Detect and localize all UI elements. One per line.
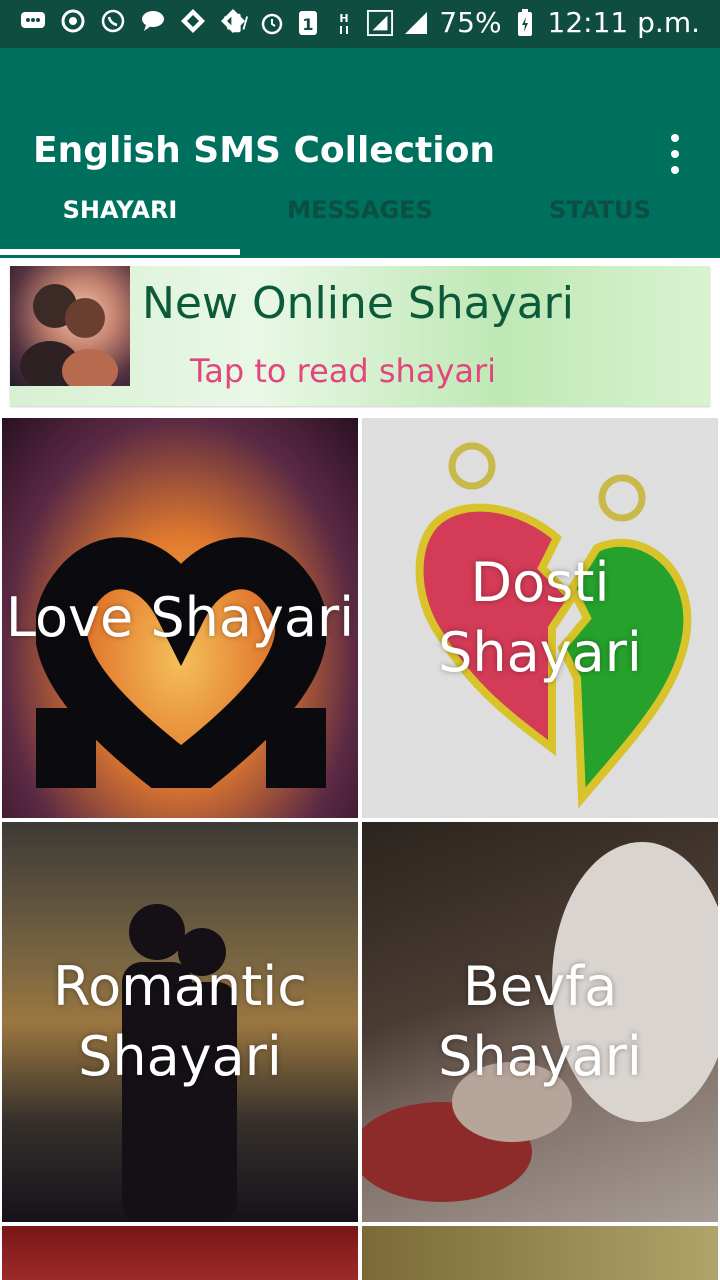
category-tile-partial[interactable]	[2, 1226, 358, 1280]
tab-messages[interactable]: MESSAGES	[240, 168, 480, 252]
tile-label-line: Romantic	[53, 955, 307, 1018]
tile-label: Bevfa Shayari	[438, 952, 642, 1092]
tile-label: Love Shayari	[5, 586, 355, 649]
svg-text:1: 1	[303, 15, 314, 34]
tile-label-line: Shayari	[78, 1025, 282, 1088]
category-tile-bevfa[interactable]: Bevfa Shayari	[362, 822, 718, 1222]
battery-icon	[512, 8, 538, 36]
banner-title: New Online Shayari	[142, 278, 574, 329]
tile-label-line: Bevfa	[462, 955, 618, 1018]
category-tile-dosti[interactable]: Dosti Shayari	[362, 418, 718, 818]
message-icon	[140, 8, 166, 34]
svg-text:H: H	[340, 12, 349, 25]
diamond-icon	[180, 8, 206, 34]
network-h-icon: H	[331, 10, 357, 36]
tile-label-line: Shayari	[438, 1025, 642, 1088]
app-title: English SMS Collection	[33, 130, 495, 171]
banner-subtitle: Tap to read shayari	[190, 352, 497, 390]
status-right-icons: 1 H 75% 12:11 p.m.	[223, 6, 700, 39]
category-tile-romantic[interactable]: Romantic Shayari	[2, 822, 358, 1222]
battery-percent: 75%	[439, 6, 502, 39]
status-bar: 1 H 75% 12:11 p.m.	[0, 0, 720, 48]
signal-icon	[367, 9, 394, 36]
tab-bar: SHAYARI MESSAGES STATUS	[0, 168, 720, 258]
tile-label: Romantic Shayari	[53, 952, 307, 1092]
sync-icon	[60, 8, 86, 34]
alarm-icon	[259, 10, 285, 36]
sim-icon: 1	[295, 10, 321, 36]
tab-indicator	[0, 249, 240, 255]
tab-shayari[interactable]: SHAYARI	[0, 168, 240, 252]
tab-status[interactable]: STATUS	[480, 168, 720, 252]
vibrate-icon	[223, 10, 249, 36]
chat-icon	[20, 8, 46, 34]
category-tile-love[interactable]: Love Shayari	[2, 418, 358, 818]
category-tile-partial[interactable]	[362, 1226, 718, 1280]
heart-hands-image	[36, 537, 326, 788]
signal-icon	[403, 10, 429, 36]
banner-thumbnail	[10, 266, 130, 393]
online-shayari-banner[interactable]: New Online Shayari Tap to read shayari	[10, 266, 710, 406]
status-time: 12:11 p.m.	[547, 6, 700, 39]
whatsapp-icon	[100, 8, 126, 34]
status-left-icons	[20, 8, 246, 34]
tile-label: Dosti Shayari	[438, 551, 642, 684]
